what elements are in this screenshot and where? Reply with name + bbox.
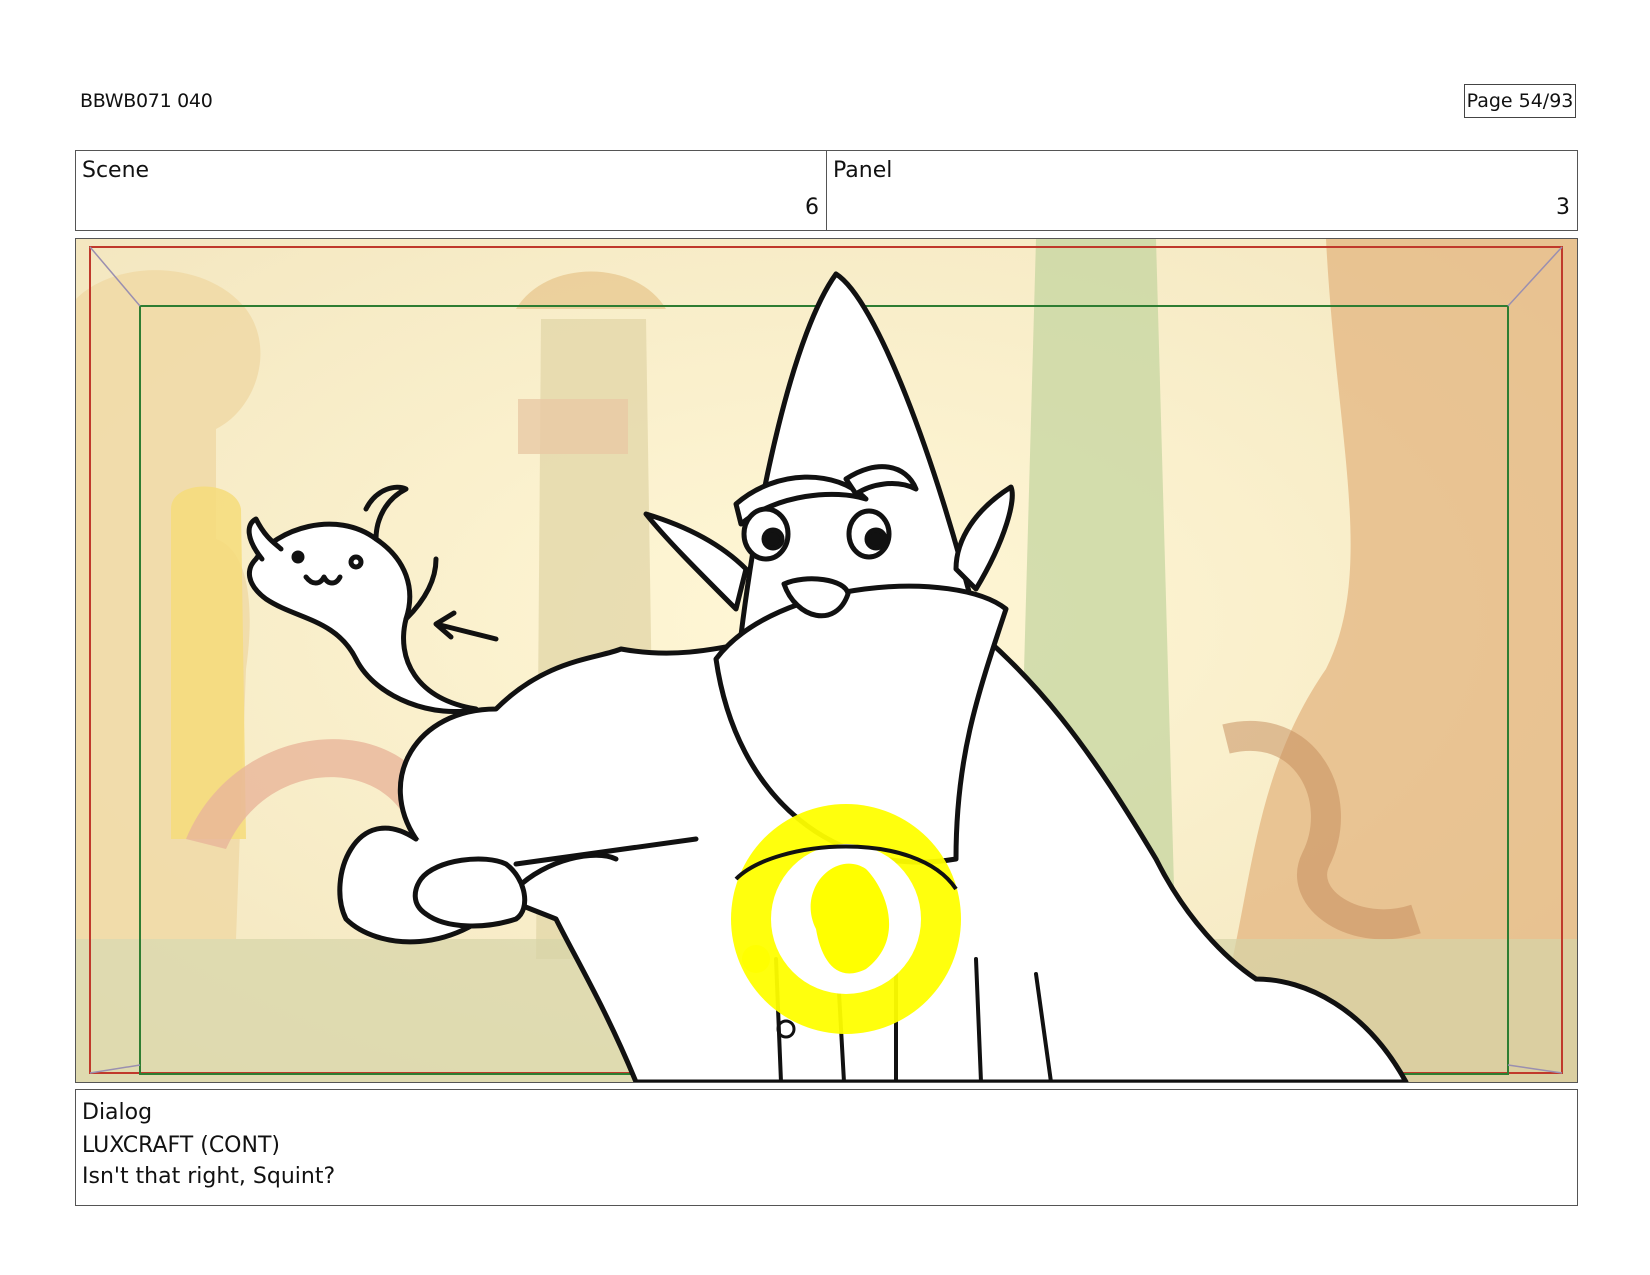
scene-label: Scene [82,158,150,183]
pupil [761,527,785,551]
dialog-line: Isn't that right, Squint? [82,1164,336,1189]
storyboard-drawing [76,239,1577,1082]
scene-cell: Scene 6 [76,151,827,230]
scene-panel-header: Scene 6 Panel 3 [75,150,1578,231]
document-id: BBWB071 040 [80,90,213,112]
dialog-label: Dialog [82,1100,153,1125]
hand [412,856,528,929]
tower-sign [518,399,628,454]
pupil [864,527,888,551]
dialog-speaker: LUXCRAFT (CONT) [82,1133,280,1158]
page-number: Page 54/93 [1464,84,1576,118]
panel-label: Panel [833,158,893,183]
scene-number: 6 [805,195,819,220]
dialog-box: Dialog LUXCRAFT (CONT) Isn't that right,… [75,1089,1578,1206]
storyboard-frame [75,238,1578,1083]
panel-cell: Panel 3 [827,151,1577,230]
panel-number: 3 [1556,195,1570,220]
creature-eye [291,550,305,564]
